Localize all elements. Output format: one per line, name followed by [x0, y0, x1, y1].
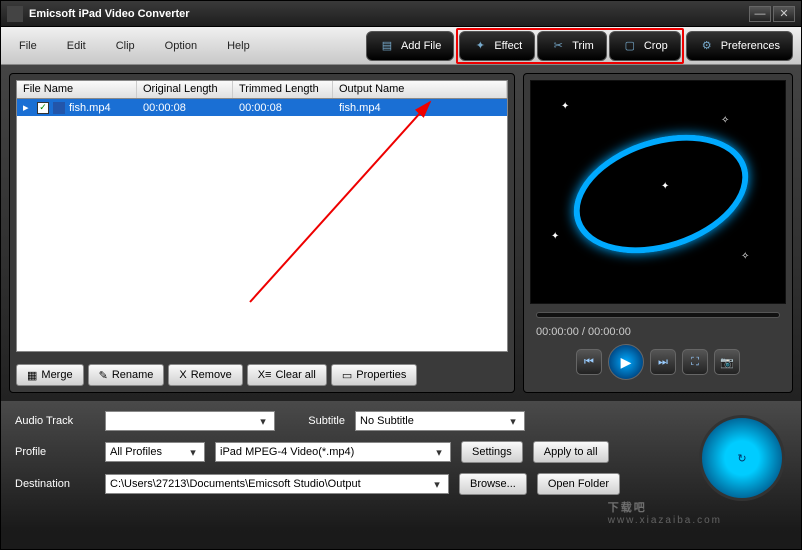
preview-pane: ✦ ✧ ✦ ✧ ✦ 00:00:00 / 00:00:00 ⏮ ▶ ⏭ ⛶ 📷 [523, 73, 793, 393]
merge-icon: ▦ [27, 369, 37, 382]
star-icon: ✧ [741, 251, 749, 262]
star-icon: ✦ [551, 231, 559, 242]
chevron-down-icon: ▾ [256, 415, 270, 428]
preferences-button[interactable]: ⚙ Preferences [686, 31, 793, 61]
sparkle-icon: ✦ [472, 38, 488, 54]
scissors-icon: ✂ [550, 38, 566, 54]
menubar: File Edit Clip Option Help ▤ Add File ✦ … [1, 27, 801, 65]
destination-label: Destination [15, 478, 95, 490]
crop-icon: ▢ [622, 38, 638, 54]
playback-controls: ⏮ ▶ ⏭ ⛶ 📷 [530, 338, 786, 386]
star-icon: ✦ [661, 181, 669, 192]
profile-select[interactable]: iPad MPEG-4 Video(*.mp4)▾ [215, 442, 451, 462]
star-icon: ✧ [721, 115, 729, 126]
profile-label: Profile [15, 446, 95, 458]
video-preview: ✦ ✧ ✦ ✧ ✦ [530, 80, 786, 304]
rename-button[interactable]: ✎Rename [88, 364, 165, 386]
table-header: File Name Original Length Trimmed Length… [17, 81, 507, 99]
audio-track-select[interactable]: ▾ [105, 411, 275, 431]
minimize-button[interactable]: — [749, 6, 771, 22]
convert-button[interactable]: ↻ [699, 415, 785, 501]
fullscreen-button[interactable]: ⛶ [682, 349, 708, 375]
col-filename[interactable]: File Name [17, 81, 137, 98]
film-icon: ▤ [379, 38, 395, 54]
apply-all-button[interactable]: Apply to all [533, 441, 609, 463]
star-icon: ✦ [561, 101, 569, 112]
subtitle-select[interactable]: No Subtitle▾ [355, 411, 525, 431]
chevron-down-icon: ▾ [432, 446, 446, 459]
list-buttons: ▦Merge ✎Rename XRemove X≡Clear all ▭Prop… [10, 358, 514, 392]
chevron-down-icon: ▾ [506, 415, 520, 428]
menu-edit[interactable]: Edit [53, 34, 100, 58]
effect-button[interactable]: ✦ Effect [459, 31, 535, 61]
gear-icon: ⚙ [699, 38, 715, 54]
menu-option[interactable]: Option [151, 34, 211, 58]
chevron-down-icon: ▾ [186, 446, 200, 459]
row-checkbox[interactable]: ✓ [37, 102, 49, 114]
time-display: 00:00:00 / 00:00:00 [530, 326, 786, 338]
highlight-box: ✦ Effect ✂ Trim ▢ Crop [456, 28, 683, 64]
prev-button[interactable]: ⏮ [576, 349, 602, 375]
clearall-button[interactable]: X≡Clear all [247, 364, 327, 386]
video-file-icon [53, 102, 65, 114]
preferences-label: Preferences [721, 40, 780, 52]
preview-graphic [558, 114, 763, 274]
snapshot-button[interactable]: 📷 [714, 349, 740, 375]
expand-icon[interactable]: ▸ [23, 101, 33, 114]
props-icon: ▭ [342, 369, 352, 382]
file-table: File Name Original Length Trimmed Length… [16, 80, 508, 352]
bottom-panel: Audio Track ▾ Subtitle No Subtitle▾ Prof… [1, 401, 801, 529]
chevron-down-icon: ▾ [430, 478, 444, 491]
subtitle-label: Subtitle [285, 415, 345, 427]
app-window: Emicsoft iPad Video Converter — ✕ File E… [0, 0, 802, 550]
titlebar: Emicsoft iPad Video Converter — ✕ [1, 1, 801, 27]
close-button[interactable]: ✕ [773, 6, 795, 22]
x-icon: X [179, 369, 186, 381]
trim-label: Trim [572, 40, 594, 52]
table-row[interactable]: ▸ ✓ fish.mp4 00:00:08 00:00:08 fish.mp4 [17, 99, 507, 116]
clear-icon: X≡ [258, 369, 272, 381]
col-trimlen[interactable]: Trimmed Length [233, 81, 333, 98]
app-icon [7, 6, 23, 22]
file-list-pane: File Name Original Length Trimmed Length… [9, 73, 515, 393]
trim-button[interactable]: ✂ Trim [537, 31, 607, 61]
play-button[interactable]: ▶ [608, 344, 644, 380]
app-title: Emicsoft iPad Video Converter [29, 8, 749, 20]
destination-input[interactable]: C:\Users\27213\Documents\Emicsoft Studio… [105, 474, 449, 494]
cell-trimlen: 00:00:08 [233, 101, 333, 115]
menu-help[interactable]: Help [213, 34, 264, 58]
open-folder-button[interactable]: Open Folder [537, 473, 620, 495]
browse-button[interactable]: Browse... [459, 473, 527, 495]
properties-button[interactable]: ▭Properties [331, 364, 418, 386]
add-file-label: Add File [401, 40, 441, 52]
seek-slider[interactable] [536, 312, 780, 318]
main-area: File Name Original Length Trimmed Length… [1, 65, 801, 401]
settings-button[interactable]: Settings [461, 441, 523, 463]
cell-outname: fish.mp4 [333, 101, 507, 115]
audio-track-label: Audio Track [15, 415, 95, 427]
add-file-button[interactable]: ▤ Add File [366, 31, 454, 61]
crop-button[interactable]: ▢ Crop [609, 31, 681, 61]
cell-origlen: 00:00:08 [137, 101, 233, 115]
profile-group-select[interactable]: All Profiles▾ [105, 442, 205, 462]
convert-arrow-icon: ↻ [737, 452, 746, 465]
col-outname[interactable]: Output Name [333, 81, 507, 98]
menu-clip[interactable]: Clip [102, 34, 149, 58]
effect-label: Effect [494, 40, 522, 52]
next-button[interactable]: ⏭ [650, 349, 676, 375]
time-text: 00:00:00 / 00:00:00 [536, 326, 631, 338]
pencil-icon: ✎ [99, 369, 108, 382]
crop-label: Crop [644, 40, 668, 52]
remove-button[interactable]: XRemove [168, 364, 242, 386]
merge-button[interactable]: ▦Merge [16, 364, 84, 386]
col-origlen[interactable]: Original Length [137, 81, 233, 98]
cell-filename: fish.mp4 [69, 102, 111, 114]
menu-file[interactable]: File [5, 34, 51, 58]
